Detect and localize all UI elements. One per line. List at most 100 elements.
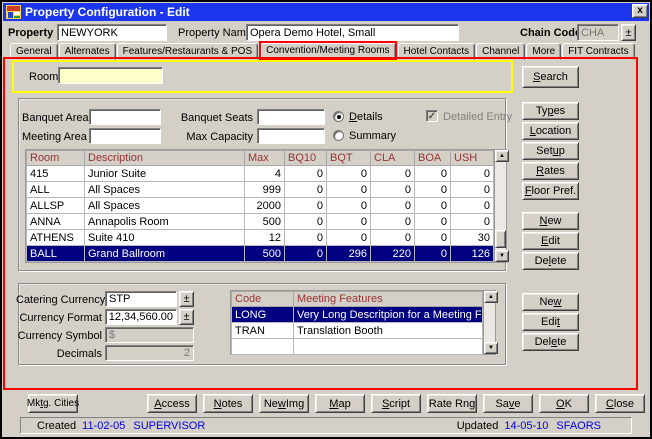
cell: TRAN bbox=[232, 323, 294, 339]
table-row[interactable]: 415Junior Suite400000 bbox=[27, 166, 494, 182]
col-bqt: BQT bbox=[327, 151, 371, 166]
details-radio[interactable] bbox=[333, 111, 344, 122]
cell: 0 bbox=[415, 182, 451, 198]
ok-button[interactable]: OK bbox=[539, 394, 589, 413]
cell: 0 bbox=[371, 166, 415, 182]
cell: 0 bbox=[371, 214, 415, 230]
cell: 0 bbox=[451, 198, 494, 214]
updated-date: 14-05-10 bbox=[504, 420, 548, 432]
scroll-down-icon[interactable]: ▼ bbox=[495, 250, 509, 262]
scroll-up-icon[interactable]: ▲ bbox=[495, 150, 509, 162]
cell: ALL bbox=[27, 182, 85, 198]
new-img-button[interactable]: New Img bbox=[259, 394, 309, 413]
access-button[interactable]: Access bbox=[147, 394, 197, 413]
col-boa: BOA bbox=[415, 151, 451, 166]
table-row[interactable]: ATHENSSuite 41012000030 bbox=[27, 230, 494, 246]
room-search-input[interactable] bbox=[58, 67, 163, 84]
cell: 999 bbox=[245, 182, 285, 198]
currency-format-lov-button[interactable]: ± bbox=[179, 309, 194, 325]
banquet-area-field[interactable] bbox=[89, 109, 161, 125]
details-radio-label: Details bbox=[349, 111, 383, 123]
property-field[interactable]: NEWYORK bbox=[57, 24, 167, 41]
cell: 0 bbox=[451, 182, 494, 198]
features-table-scrollbar[interactable]: ▲ ▼ bbox=[483, 290, 496, 355]
rooms-table-scrollbar[interactable]: ▲ ▼ bbox=[494, 149, 507, 263]
col-meeting-features: Meeting Features bbox=[294, 292, 483, 307]
col-max: Max bbox=[245, 151, 285, 166]
table-row-selected[interactable]: BALLGrand Ballroom50002962200126 bbox=[27, 246, 494, 262]
rooms-delete-button[interactable]: Delete bbox=[522, 252, 579, 270]
mktg-cities-button[interactable]: Mktg. Cities bbox=[28, 394, 78, 413]
table-row[interactable] bbox=[232, 339, 483, 355]
max-capacity-label: Max Capacity bbox=[172, 131, 253, 143]
cell: 500 bbox=[245, 214, 285, 230]
meeting-area-label: Meeting Area bbox=[22, 131, 85, 143]
floor-pref-button[interactable]: Floor Pref. bbox=[522, 182, 579, 200]
cell bbox=[294, 339, 483, 355]
rates-button[interactable]: Rates bbox=[522, 162, 579, 180]
decimals-field: 2 bbox=[105, 345, 194, 361]
table-row[interactable]: ALLSPAll Spaces200000000 bbox=[27, 198, 494, 214]
currency-format-field[interactable]: 12,34,560.00 bbox=[105, 309, 177, 325]
created-by: SUPERVISOR bbox=[133, 420, 205, 432]
meeting-area-field[interactable] bbox=[89, 128, 161, 144]
chain-code-field: CHA bbox=[577, 24, 619, 41]
created-label: Created bbox=[37, 420, 76, 432]
features-edit-button[interactable]: Edit bbox=[522, 313, 579, 331]
cell: 500 bbox=[245, 246, 285, 262]
features-new-button[interactable]: New bbox=[522, 293, 579, 311]
cell: 0 bbox=[415, 246, 451, 262]
table-row[interactable]: TRANTranslation Booth bbox=[232, 323, 483, 339]
col-description: Description bbox=[85, 151, 245, 166]
map-button[interactable]: Map bbox=[315, 394, 365, 413]
script-button[interactable]: Script bbox=[371, 394, 421, 413]
chain-code-lov-button[interactable]: ± bbox=[621, 24, 636, 41]
search-button[interactable]: Search bbox=[522, 66, 579, 88]
catering-currency-field[interactable]: STP bbox=[105, 291, 177, 307]
cell: 0 bbox=[285, 198, 327, 214]
cell: 0 bbox=[327, 166, 371, 182]
cell: 0 bbox=[327, 230, 371, 246]
titlebar[interactable]: Property Configuration - Edit bbox=[3, 3, 649, 21]
rooms-new-button[interactable]: New bbox=[522, 212, 579, 230]
cell: Grand Ballroom bbox=[85, 246, 245, 262]
property-name-field[interactable]: Opera Demo Hotel, Small bbox=[246, 24, 459, 41]
col-code: Code bbox=[232, 292, 294, 307]
table-row[interactable]: ANNAAnnapolis Room50000000 bbox=[27, 214, 494, 230]
property-label: Property bbox=[8, 27, 53, 39]
updated-label: Updated bbox=[457, 420, 499, 432]
table-row-selected[interactable]: LONGVery Long Descritpion for a Meeting … bbox=[232, 307, 483, 323]
room-label: Room bbox=[29, 71, 58, 83]
setup-button[interactable]: Setup bbox=[522, 142, 579, 160]
save-button[interactable]: Save bbox=[483, 394, 533, 413]
rooms-edit-button[interactable]: Edit bbox=[522, 232, 579, 250]
location-button[interactable]: Location bbox=[522, 122, 579, 140]
status-bar: Created 11-02-05 SUPERVISOR Updated 14-0… bbox=[20, 417, 632, 434]
banquet-seats-field[interactable] bbox=[257, 109, 325, 125]
cell: 0 bbox=[327, 214, 371, 230]
detailed-entry-checkbox[interactable]: ✓ bbox=[426, 110, 438, 122]
close-button[interactable]: Close bbox=[595, 394, 645, 413]
table-row[interactable]: ALLAll Spaces99900000 bbox=[27, 182, 494, 198]
catering-currency-lov-button[interactable]: ± bbox=[179, 291, 194, 307]
cell: 0 bbox=[327, 182, 371, 198]
max-capacity-field[interactable] bbox=[257, 128, 325, 144]
close-window-button[interactable]: x bbox=[632, 4, 648, 18]
cell: 0 bbox=[451, 214, 494, 230]
cell: 296 bbox=[327, 246, 371, 262]
summary-radio[interactable] bbox=[333, 130, 344, 141]
detailed-entry-label: Detailed Entry bbox=[443, 111, 512, 123]
cell: LONG bbox=[232, 307, 294, 323]
scroll-down-icon[interactable]: ▼ bbox=[484, 342, 498, 354]
col-ush: USH bbox=[451, 151, 494, 166]
scroll-up-icon[interactable]: ▲ bbox=[484, 291, 498, 303]
cell: Suite 410 bbox=[85, 230, 245, 246]
cell: 2000 bbox=[245, 198, 285, 214]
types-button[interactable]: Types bbox=[522, 102, 579, 120]
scrollbar-thumb[interactable] bbox=[495, 230, 506, 248]
rate-rng-button[interactable]: Rate Rng bbox=[427, 394, 477, 413]
notes-button[interactable]: Notes bbox=[203, 394, 253, 413]
cell: Translation Booth bbox=[294, 323, 483, 339]
meeting-features-table: Code Meeting Features LONGVery Long Desc… bbox=[230, 290, 483, 355]
features-delete-button[interactable]: Delete bbox=[522, 333, 579, 351]
